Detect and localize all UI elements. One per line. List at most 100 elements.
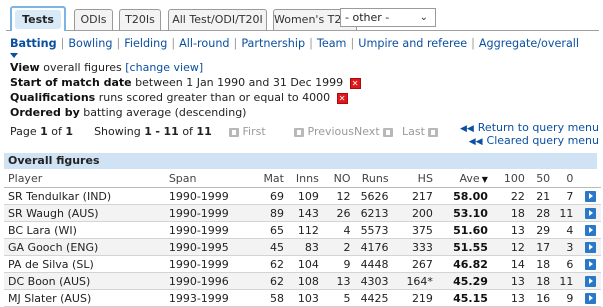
matches: 69 — [261, 187, 284, 205]
not-outs: 12 — [318, 187, 351, 205]
hundreds: 14 — [487, 255, 525, 273]
table-row: GA Gooch (ENG) 1990-1995 45 83 2 4176 33… — [4, 238, 601, 256]
table-row: SR Waugh (AUS) 1990-1999 89 143 26 6213 … — [4, 204, 601, 222]
double-left-arrow-icon: ◀◀ — [459, 124, 474, 134]
span: 1990-1999 — [168, 187, 262, 205]
matches: 62 — [261, 255, 284, 273]
ducks: 11 — [550, 204, 574, 222]
ducks: 7 — [550, 187, 574, 205]
col-mat[interactable]: Mat — [261, 170, 284, 188]
view-label: View — [10, 61, 40, 74]
not-outs: 9 — [318, 255, 351, 273]
innings: 103 — [283, 289, 319, 307]
span: 1990-1995 — [168, 238, 262, 256]
nav-umpire-referee[interactable]: Umpire and referee — [358, 37, 467, 50]
col-50[interactable]: 50 — [524, 170, 551, 188]
col-ave[interactable]: Ave ▼ — [432, 170, 488, 188]
col-100[interactable]: 100 — [487, 170, 525, 188]
table-row: DC Boon (AUS) 1990-1996 62 108 13 4303 1… — [4, 272, 601, 290]
col-span[interactable]: Span — [168, 170, 262, 188]
view-line: View overall figures [change view] — [10, 61, 203, 74]
cleared-query-menu-label[interactable]: Cleared query menu — [487, 134, 599, 147]
col-hs[interactable]: HS — [388, 170, 433, 188]
nav-aggregate-overall[interactable]: Aggregate/overall — [479, 37, 579, 50]
nav-team[interactable]: Team — [317, 37, 347, 50]
previous-page-button[interactable]: Previous — [294, 125, 354, 138]
col-no[interactable]: NO — [318, 170, 351, 188]
player-detail-arrow-icon[interactable] — [585, 242, 596, 253]
remove-qualification-icon[interactable]: ✕ — [336, 92, 348, 104]
first-page-button[interactable]: First — [229, 125, 266, 138]
showing-to: 11 — [163, 125, 179, 138]
col-runs[interactable]: Runs — [350, 170, 389, 188]
nav-bowling[interactable]: Bowling — [68, 37, 112, 50]
fifties: 18 — [524, 255, 551, 273]
high-score: 219 — [388, 289, 433, 307]
runs: 5626 — [350, 187, 389, 205]
span: 1990-1999 — [168, 221, 262, 239]
average: 53.10 — [432, 204, 488, 222]
return-query-menu-label[interactable]: Return to query menu — [478, 121, 599, 134]
hundreds: 18 — [487, 204, 525, 222]
hundreds: 13 — [487, 272, 525, 290]
sort-desc-icon: ▼ — [481, 175, 488, 184]
innings: 83 — [283, 238, 319, 256]
not-outs: 26 — [318, 204, 351, 222]
player-detail-arrow-icon[interactable] — [585, 259, 596, 270]
average: 46.82 — [432, 255, 488, 273]
not-outs: 2 — [318, 238, 351, 256]
player-detail-arrow-icon[interactable] — [585, 293, 596, 304]
previous-page-label: Previous — [307, 125, 355, 138]
table-header-row: Player Span Mat Inns NO Runs HS Ave ▼ 100… — [4, 170, 601, 188]
span: 1990-1996 — [168, 272, 262, 290]
next-page-button[interactable]: Next — [354, 125, 394, 138]
fifties: 16 — [524, 289, 551, 307]
view-text: overall figures — [43, 61, 122, 74]
average: 58.00 — [432, 187, 488, 205]
runs: 4176 — [350, 238, 389, 256]
matches: 62 — [261, 272, 284, 290]
matches: 58 — [261, 289, 284, 307]
hundreds: 13 — [487, 289, 525, 307]
last-page-icon — [428, 127, 439, 137]
fifties: 18 — [524, 272, 551, 290]
player-name: BC Lara (WI) — [4, 221, 169, 239]
runs: 4303 — [350, 272, 389, 290]
innings: 112 — [283, 221, 319, 239]
last-page-button[interactable]: Last — [402, 125, 439, 138]
tab-t20is[interactable]: T20Is — [119, 9, 161, 30]
col-inns[interactable]: Inns — [283, 170, 319, 188]
hundreds: 22 — [487, 187, 525, 205]
average: 51.55 — [432, 238, 488, 256]
nav-all-round[interactable]: All-round — [179, 37, 229, 50]
player-name: GA Gooch (ENG) — [4, 238, 169, 256]
tab-all-formats[interactable]: All Test/ODI/T20I — [168, 9, 267, 30]
average: 51.60 — [432, 221, 488, 239]
remove-date-filter-icon[interactable]: ✕ — [349, 77, 361, 89]
col-0[interactable]: 0 — [550, 170, 574, 188]
tab-tests-label: Tests — [15, 10, 61, 29]
nav-fielding[interactable]: Fielding — [124, 37, 167, 50]
fifties: 29 — [524, 221, 551, 239]
other-format-select[interactable]: - other - ⌄ — [340, 8, 436, 27]
table-row: PA de Silva (SL) 1990-1999 62 104 9 4448… — [4, 255, 601, 273]
table-section-title: Overall figures — [4, 153, 597, 169]
high-score: 267 — [388, 255, 433, 273]
previous-page-icon — [294, 127, 304, 137]
nav-batting[interactable]: Batting — [10, 37, 57, 50]
nav-partnership[interactable]: Partnership — [241, 37, 305, 50]
qualification-label: Qualifications — [10, 91, 96, 104]
player-detail-arrow-icon[interactable] — [585, 191, 596, 202]
page-info: Page 1 of 1 Showing 1 - 11 of 11 — [10, 125, 212, 138]
other-format-select-value: - other - — [345, 11, 390, 24]
player-detail-arrow-icon[interactable] — [585, 208, 596, 219]
cleared-query-menu-link[interactable]: ◀◀ Cleared query menu — [460, 135, 599, 148]
player-detail-arrow-icon[interactable] — [585, 225, 596, 236]
hundreds: 13 — [487, 221, 525, 239]
tab-tests[interactable]: Tests — [10, 6, 66, 31]
player-detail-arrow-icon[interactable] — [585, 276, 596, 287]
col-player[interactable]: Player — [4, 170, 169, 188]
first-page-icon — [229, 127, 239, 137]
change-view-link[interactable]: [change view] — [125, 61, 203, 74]
tab-odis[interactable]: ODIs — [74, 9, 113, 30]
